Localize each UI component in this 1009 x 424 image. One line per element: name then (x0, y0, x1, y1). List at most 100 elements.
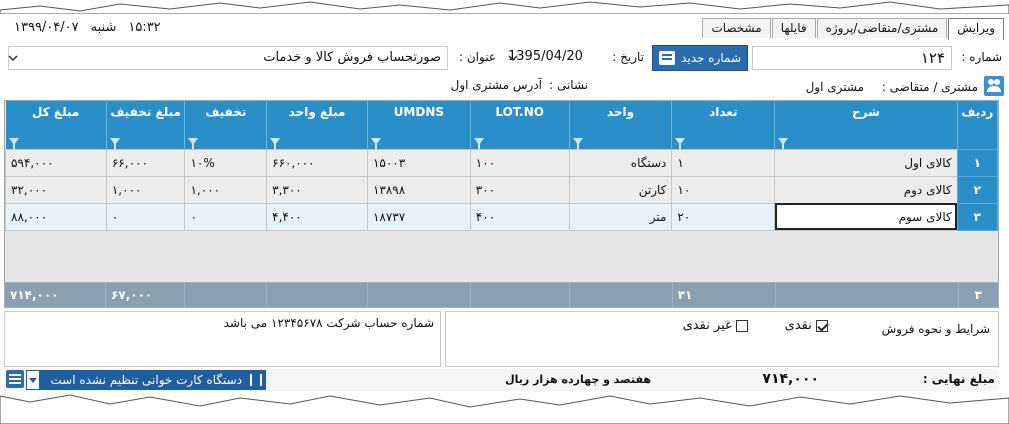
weekday: شنبه (90, 20, 117, 35)
col-header-total[interactable]: مبلغ کل (5, 101, 107, 149)
col-header-quantity[interactable]: تعداد (671, 101, 776, 149)
customer-label: مشتری / متقاضی : (881, 80, 978, 94)
date-dropdown-chevron-icon[interactable] (506, 48, 520, 68)
items-grid: ردیف شرح تعداد واحد LOT.NO UMDNS مبلغ وا… (4, 100, 999, 308)
notes-box[interactable]: شماره حساب شرکت ۱۲۳۴۵۶۷۸ می باشد (4, 311, 441, 367)
cell-umdns[interactable]: ۱۸۷۳۷ (366, 202, 471, 231)
title-label: عنوان : (459, 50, 496, 64)
cell-total[interactable]: ۵۹۴,۰۰۰ (5, 148, 107, 177)
col-header-discount[interactable]: تخفیف (184, 101, 268, 149)
tab-specs[interactable]: مشخصات (702, 18, 771, 38)
tab-edit[interactable]: ویرایش (948, 18, 1004, 40)
title-dropdown-chevron-icon[interactable] (6, 48, 20, 68)
cell-discount[interactable]: ۱۰% (184, 148, 268, 177)
card-reader-label: دستگاه کارت خوانی تنظیم نشده است (50, 373, 242, 387)
col-header-unit[interactable]: واحد (569, 101, 673, 149)
filter-icon[interactable] (370, 137, 381, 149)
col-header-label: تخفیف (205, 105, 247, 119)
col-header-unit-price[interactable]: مبلغ واحد (266, 101, 368, 149)
cell-total[interactable]: ۸۸,۰۰۰ (5, 202, 107, 231)
table-row[interactable]: ۳ کالای سوم ۲۰ متر ۴۰۰ ۱۸۷۳۷ ۴,۴۰۰ ۰ ۰ ۸… (5, 202, 998, 231)
cell-quantity[interactable]: ۱۰ (671, 175, 776, 204)
title-field[interactable]: صورتحساب فروش کالا و خدمات (8, 46, 448, 70)
summary-discount-total: ۶۷,۰۰۰ (105, 282, 185, 308)
col-header-label: UMDNS (393, 105, 445, 119)
grid-summary-row: ۳ ۳۱ ۶۷,۰۰۰ ۷۱۴,۰۰۰ (3, 282, 1000, 308)
cell-lot-no[interactable]: ۴۰۰ (469, 202, 570, 231)
customer-row: مشتری / متقاضی : مشتری اول نشانی : آدرس … (4, 76, 1004, 98)
filter-icon[interactable] (675, 137, 686, 149)
summary-empty (469, 282, 570, 308)
cell-description[interactable]: کالای اول (774, 148, 958, 177)
col-header-row-no[interactable]: ردیف (957, 101, 998, 149)
summary-quantity-total: ۳۱ (671, 282, 776, 308)
customer-icon[interactable] (984, 76, 1004, 96)
cell-unit[interactable]: دستگاه (568, 148, 673, 177)
cash-checkbox[interactable] (816, 319, 828, 332)
cash-option[interactable]: نقدی (785, 318, 828, 333)
card-reader-status[interactable]: دستگاه کارت خوانی تنظیم نشده است (26, 370, 266, 390)
cell-description[interactable]: کالای سوم (774, 202, 958, 231)
new-number-label: شماره جدید (681, 51, 741, 65)
cell-discount-amount[interactable]: ۶۶,۰۰۰ (105, 148, 186, 177)
cell-unit-price[interactable]: ۳,۳۰۰ (266, 175, 368, 204)
cell-total[interactable]: ۳۲,۰۰۰ (5, 175, 107, 204)
filter-icon[interactable] (572, 137, 583, 149)
cell-umdns[interactable]: ۱۵۰۰۳ (366, 148, 471, 177)
final-amount-value: ۷۱۴,۰۰۰ (762, 371, 819, 387)
torn-edge-bottom (0, 394, 1009, 424)
cell-discount-amount[interactable]: ۱,۰۰۰ (105, 175, 186, 204)
cell-quantity[interactable]: ۱ (671, 148, 776, 177)
card-reader-dropdown-icon[interactable] (26, 370, 40, 390)
col-header-label: مبلغ تخفیف (110, 105, 181, 119)
filter-icon[interactable] (270, 137, 281, 149)
col-header-umdns[interactable]: UMDNS (367, 101, 471, 149)
top-bar: ویرایش مشتری/متقاضی/پروژه فایلها مشخصات … (4, 16, 1004, 40)
torn-edge-top (0, 1, 1009, 14)
col-header-label: شرح (851, 105, 880, 119)
number-field[interactable]: ۱۲۴ (752, 46, 952, 70)
cell-umdns[interactable]: ۱۳۸۹۸ (366, 175, 471, 204)
address-value: آدرس مشتری اول (450, 78, 542, 92)
row-number: ۱ (956, 148, 998, 177)
cell-lot-no[interactable]: ۳۰۰ (469, 175, 570, 204)
filter-icon[interactable] (8, 137, 19, 149)
noncash-option[interactable]: غیر نقدی (683, 318, 748, 333)
row-number: ۳ (956, 202, 998, 231)
filter-icon[interactable] (188, 137, 199, 149)
summary-empty (183, 282, 267, 308)
col-header-discount-amount[interactable]: مبلغ تخفیف (106, 101, 186, 149)
filter-icon[interactable] (109, 137, 120, 149)
sales-terms-label: شرایط و نحوه فروش (881, 322, 990, 336)
new-number-button[interactable]: شماره جدید (652, 45, 748, 71)
calculator-icon[interactable] (6, 370, 24, 388)
col-header-label: LOT.NO (495, 105, 544, 119)
noncash-checkbox[interactable] (736, 319, 748, 332)
summary-empty (265, 282, 368, 308)
cell-unit-price[interactable]: ۶۶۰,۰۰۰ (266, 148, 368, 177)
col-header-description[interactable]: شرح (774, 101, 958, 149)
cell-lot-no[interactable]: ۱۰۰ (469, 148, 570, 177)
cell-discount[interactable]: ۱,۰۰۰ (184, 175, 268, 204)
cell-quantity[interactable]: ۲۰ (671, 202, 776, 231)
cell-description[interactable]: کالای دوم (774, 175, 958, 204)
cell-discount[interactable]: ۰ (184, 202, 268, 231)
filter-icon[interactable] (778, 137, 789, 149)
customer-name[interactable]: مشتری اول (806, 80, 864, 94)
table-row[interactable]: ۱ کالای اول ۱ دستگاه ۱۰۰ ۱۵۰۰۳ ۶۶۰,۰۰۰ ۱… (5, 148, 998, 177)
cell-unit[interactable]: کارتن (568, 175, 673, 204)
tab-strip: ویرایش مشتری/متقاضی/پروژه فایلها مشخصات (701, 18, 1004, 40)
amount-in-words: هفتصد و چهارده هزار ریال (505, 373, 651, 386)
cell-discount-amount[interactable]: ۰ (105, 202, 186, 231)
col-header-lot-no[interactable]: LOT.NO (470, 101, 570, 149)
row-number: ۲ (956, 175, 998, 204)
table-row[interactable]: ۲ کالای دوم ۱۰ کارتن ۳۰۰ ۱۳۸۹۸ ۳,۳۰۰ ۱,۰… (5, 175, 998, 204)
tab-files[interactable]: فایلها (771, 18, 816, 38)
summary-grand-total: ۷۱۴,۰۰۰ (3, 282, 107, 308)
tab-customer-project[interactable]: مشتری/متقاضی/پروژه (816, 18, 948, 38)
cell-unit-price[interactable]: ۴,۴۰۰ (266, 202, 368, 231)
invoice-header: شماره : ۱۲۴ شماره جدید تاریخ : 1395/04/2… (4, 44, 1004, 72)
cell-unit[interactable]: متر (568, 202, 673, 231)
datetime: ۱۵:۳۲ شنبه ۱۳۹۹/۰۴/۰۷ (14, 20, 161, 35)
filter-icon[interactable] (473, 137, 484, 149)
